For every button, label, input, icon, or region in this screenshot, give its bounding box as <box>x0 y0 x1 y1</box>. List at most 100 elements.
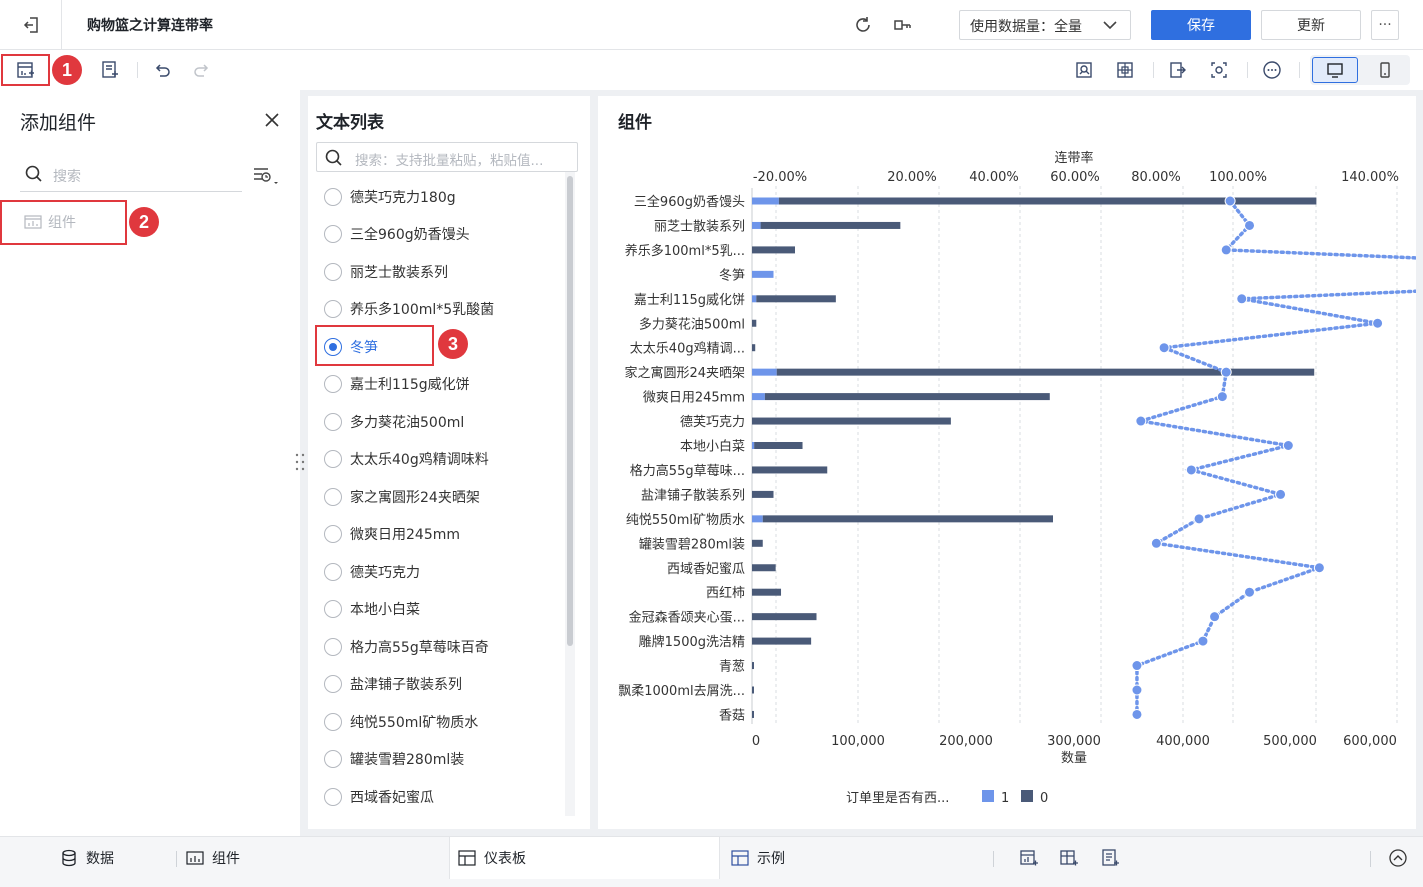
text-list-panel: 文本列表 搜索：支持批量粘贴，粘贴值... 德芙巧克力180g 三全960g奶香馒… <box>308 96 590 829</box>
add-component-icon[interactable] <box>14 58 38 82</box>
refresh-icon[interactable] <box>852 14 874 36</box>
list-item[interactable]: 养乐多100ml*5乳酸菌 <box>316 291 566 329</box>
radio-button[interactable] <box>324 487 342 506</box>
list-item[interactable]: 太太乐40g鸡精调味料 <box>316 441 566 479</box>
more-button[interactable]: ··· <box>1371 10 1399 40</box>
key-settings-icon[interactable] <box>892 14 914 36</box>
radio-button[interactable] <box>324 600 342 619</box>
list-item[interactable]: 德芙巧克力180g <box>316 178 566 216</box>
tab-dashboard[interactable]: 仪表板 <box>449 837 720 879</box>
filter-view-icon[interactable] <box>1072 58 1096 82</box>
mobile-view-button[interactable] <box>1362 57 1408 83</box>
component-item[interactable]: 组件 <box>24 212 76 232</box>
bar-series-1 <box>752 197 779 205</box>
tab-example[interactable]: 示例 <box>731 837 785 879</box>
x-tick-label: 300,000 <box>1047 734 1101 749</box>
bar-series-0 <box>752 490 774 498</box>
list-scrollbar[interactable] <box>565 172 575 816</box>
update-button[interactable]: 更新 <box>1261 10 1361 40</box>
desktop-view-button[interactable] <box>1312 57 1358 83</box>
undo-icon[interactable] <box>150 58 174 82</box>
line-point <box>1131 708 1143 720</box>
close-icon[interactable] <box>262 110 282 130</box>
list-item[interactable]: 嘉士利115g威化饼 <box>316 366 566 404</box>
list-item[interactable]: 格力高55g草莓味百奇 <box>316 628 566 666</box>
data-volume-select[interactable]: 使用数据量：全量 <box>959 10 1131 40</box>
category-label: 香菇 <box>719 708 745 723</box>
radio-button[interactable] <box>324 712 342 731</box>
list-title: 文本列表 <box>316 113 384 133</box>
radio-button[interactable] <box>324 225 342 244</box>
radio-button[interactable] <box>324 262 342 281</box>
list-item-label: 丽芝士散装系列 <box>350 264 448 281</box>
list-item-label: 本地小白菜 <box>350 602 420 619</box>
radio-button[interactable] <box>324 412 342 431</box>
add-dashboard-icon[interactable] <box>1017 846 1041 870</box>
drag-handle[interactable] <box>294 452 306 472</box>
category-label: 三全960g奶香馒头 <box>634 194 745 210</box>
dashboard-icon <box>731 850 749 866</box>
component-search-input[interactable]: 搜索 <box>20 158 242 192</box>
collapse-up-icon[interactable] <box>1386 846 1410 870</box>
legend-swatch-0 <box>1021 790 1033 802</box>
list-item[interactable]: 德芙巧克力 <box>316 553 566 591</box>
category-label: 多力葵花油500ml <box>639 316 745 332</box>
radio-button[interactable] <box>324 787 342 806</box>
bar-series-0 <box>752 466 828 474</box>
radio-button[interactable] <box>324 450 342 469</box>
top-tick-label: 80.00% <box>1131 170 1181 185</box>
list-item[interactable]: 多力葵花油500ml <box>316 403 566 441</box>
radio-button[interactable] <box>324 187 342 206</box>
category-label: 雕牌1500g洗洁精 <box>639 634 745 650</box>
line-point <box>1224 195 1236 207</box>
export-icon[interactable] <box>1166 58 1190 82</box>
radio-button[interactable] <box>324 675 342 694</box>
layout-grid-icon[interactable] <box>1113 58 1137 82</box>
line-point <box>1216 391 1228 403</box>
bar-series-0 <box>752 246 795 254</box>
list-item[interactable]: 纯悦550ml矿物质水 <box>316 703 566 741</box>
tab-data[interactable]: 数据 <box>60 837 114 879</box>
add-report-icon[interactable] <box>1098 846 1122 870</box>
radio-button[interactable] <box>324 525 342 544</box>
line-point <box>1135 415 1147 427</box>
top-tick-label: 100.00% <box>1209 170 1267 185</box>
line-point <box>1244 586 1256 598</box>
list-item[interactable]: 罐装雪碧280ml装 <box>316 741 566 779</box>
list-item[interactable]: 西域香妃蜜瓜 <box>316 778 566 816</box>
step-badge-3: 3 <box>438 329 468 359</box>
add-text-icon[interactable] <box>98 58 122 82</box>
list-item-label: 纯悦550ml矿物质水 <box>350 714 479 731</box>
list-item[interactable]: 家之寓圆形24夹晒架 <box>316 478 566 516</box>
category-label: 家之寓圆形24夹晒架 <box>624 365 745 381</box>
exit-button[interactable] <box>0 0 62 50</box>
radio-button[interactable] <box>324 637 342 656</box>
list-item[interactable]: 微爽日用245mm <box>316 516 566 554</box>
filter-settings-icon[interactable] <box>252 164 280 188</box>
bar-series-0 <box>752 417 951 425</box>
tab-component[interactable]: 组件 <box>186 837 240 879</box>
list-search-input[interactable]: 搜索：支持批量粘贴，粘贴值... <box>316 142 578 172</box>
bar-line-chart: 连带率 -20.00% 20.00% 40.00% 60.00% 80.00% 100.00… <box>618 150 1416 806</box>
page-title: 购物篮之计算连带率 <box>87 18 213 34</box>
more-options-icon[interactable] <box>1260 58 1284 82</box>
top-tick-label: 40.00% <box>969 170 1019 185</box>
list-item[interactable]: 三全960g奶香馒头 <box>316 216 566 254</box>
list-item[interactable]: 丽芝士散装系列 <box>316 253 566 291</box>
radio-button[interactable] <box>324 375 342 394</box>
list-item-label: 罐装雪碧280ml装 <box>350 752 465 769</box>
list-item[interactable]: 盐津铺子散装系列 <box>316 666 566 704</box>
radio-button[interactable] <box>324 562 342 581</box>
radio-button[interactable] <box>324 300 342 319</box>
add-sheet-icon[interactable] <box>1057 846 1081 870</box>
redo-icon[interactable] <box>190 58 214 82</box>
desktop-icon <box>1327 63 1343 78</box>
preview-icon[interactable] <box>1207 58 1231 82</box>
bar-series-0 <box>752 539 763 547</box>
list-item-label: 德芙巧克力 <box>350 564 420 581</box>
list-item-label: 德芙巧克力180g <box>350 189 456 206</box>
category-label: 纯悦550ml矿物质水 <box>626 513 745 528</box>
radio-button[interactable] <box>324 750 342 769</box>
list-item[interactable]: 本地小白菜 <box>316 591 566 629</box>
save-button[interactable]: 保存 <box>1151 10 1251 40</box>
